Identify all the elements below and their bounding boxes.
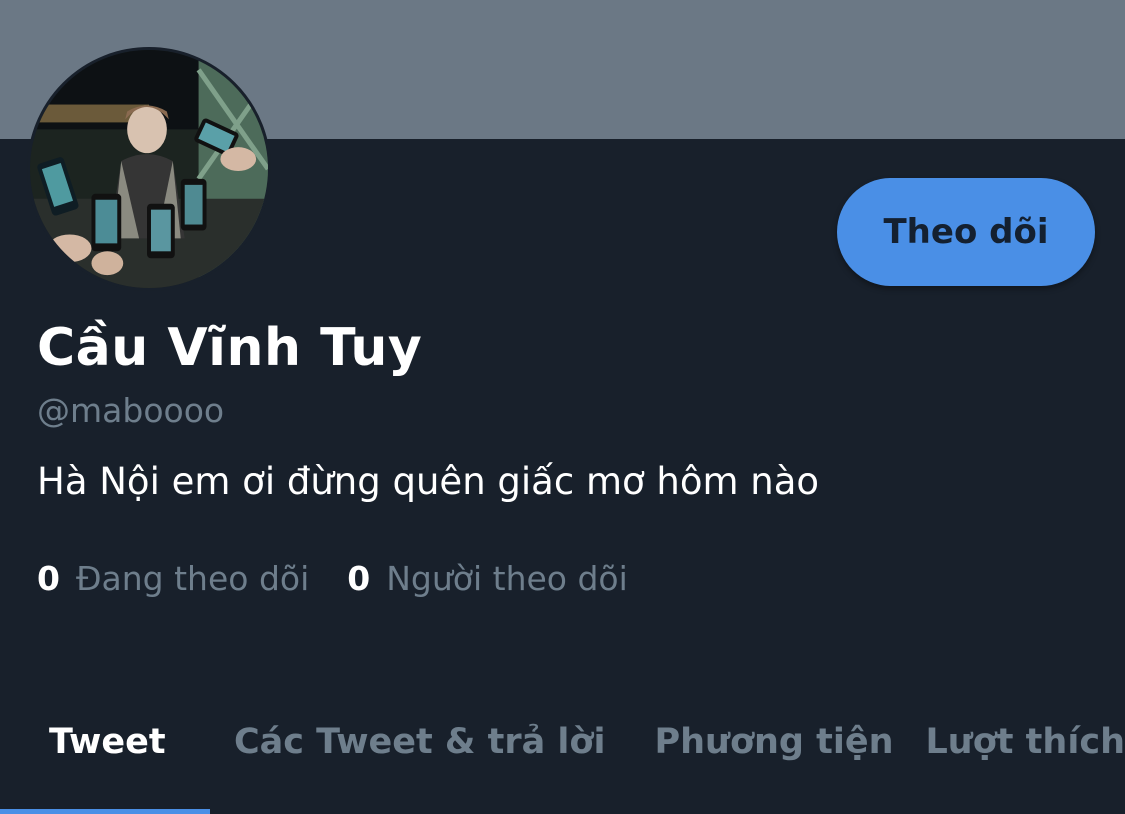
tab-tweets-and-replies[interactable]: Các Tweet & trả lời	[185, 700, 606, 814]
profile-stats: 0 Đang theo dõi 0 Người theo dõi	[37, 559, 628, 598]
followers-count: 0	[347, 559, 371, 598]
tab-tweets[interactable]: Tweet	[0, 700, 210, 814]
user-handle: @maboooo	[37, 391, 225, 430]
tab-likes[interactable]: Lượt thích	[926, 700, 1125, 814]
following-count: 0	[37, 559, 60, 598]
tab-label: Phương tiện	[654, 722, 894, 762]
active-tab-indicator	[0, 809, 210, 814]
tab-label: Các Tweet & trả lời	[233, 722, 606, 762]
profile-page: Theo dõi Cầu Vĩnh Tuy @maboooo Hà Nội em…	[0, 0, 1125, 814]
avatar-photo	[30, 50, 268, 288]
display-name: Cầu Vĩnh Tuy	[37, 318, 423, 378]
profile-avatar[interactable]	[27, 47, 271, 291]
tab-label: Lượt thích	[925, 722, 1125, 762]
tab-label: Tweet	[49, 722, 166, 762]
profile-tabs: Tweet Các Tweet & trả lời Phương tiện Lư…	[0, 700, 1125, 814]
followers-stat[interactable]: 0 Người theo dõi	[347, 559, 628, 598]
profile-bio: Hà Nội em ơi đừng quên giấc mơ hôm nào	[37, 460, 820, 503]
followers-label: Người theo dõi	[386, 559, 628, 598]
following-label: Đang theo dõi	[75, 559, 310, 598]
following-stat[interactable]: 0 Đang theo dõi	[37, 559, 309, 598]
follow-button[interactable]: Theo dõi	[837, 178, 1095, 286]
tab-media[interactable]: Phương tiện	[605, 700, 925, 814]
